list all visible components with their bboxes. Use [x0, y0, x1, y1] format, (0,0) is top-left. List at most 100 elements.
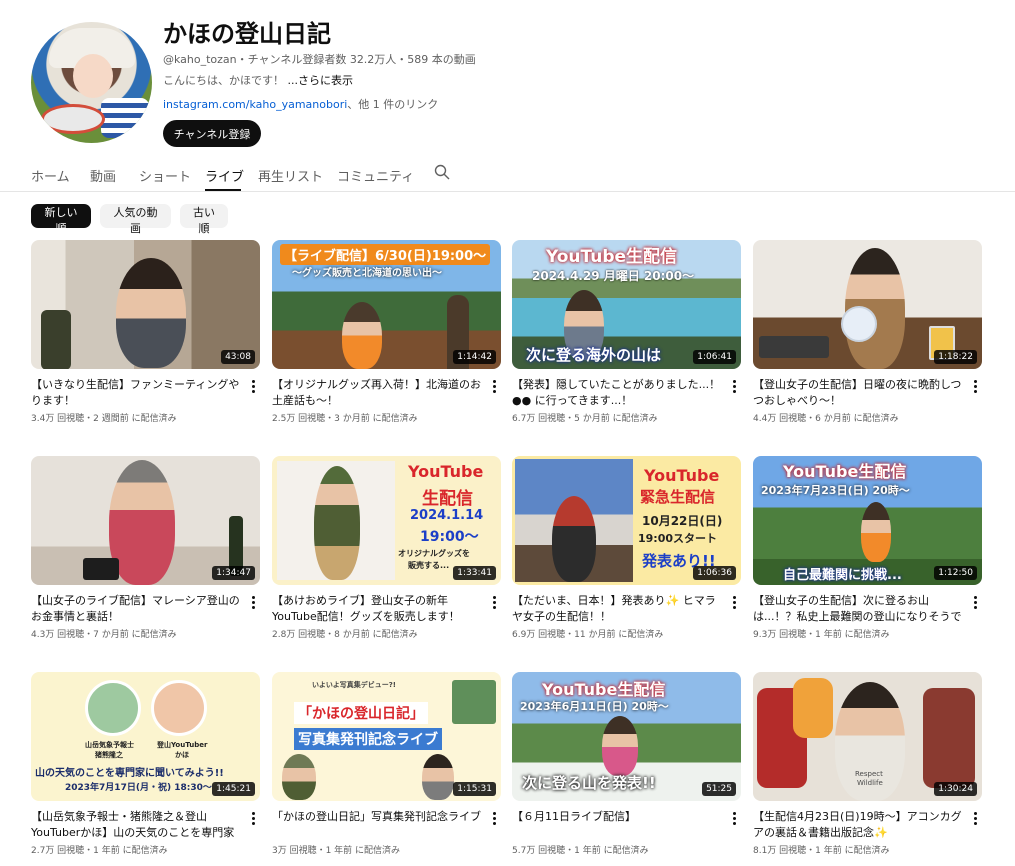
thumb-text-3: 次に登る海外の山は — [526, 346, 662, 364]
more-options-icon[interactable] — [489, 811, 499, 825]
video-thumbnail[interactable]: 【ライブ配信】6/30(日)19:00〜 〜グッズ販売と北海道の思い出〜 1:1… — [272, 240, 501, 369]
subscribe-button[interactable]: チャンネル登録 — [163, 120, 261, 147]
shirt-text-2: Wildlife — [857, 779, 883, 787]
video-meta: 3万 回視聴・1 年前 に配信済み — [272, 846, 401, 856]
more-options-icon[interactable] — [729, 595, 739, 609]
thumb-text-1: YouTube生配信 — [542, 680, 666, 699]
video-meta: 6.9万 回視聴・11 か月前 に配信済み — [512, 630, 664, 640]
more-options-icon[interactable] — [248, 811, 258, 825]
video-thumbnail[interactable]: いよいよ写真集デビュー?! 「かほの登山日記」 写真集発刊記念ライブ 1:15:… — [272, 672, 501, 801]
video-title[interactable]: 【６月11日ライブ配信】 — [512, 809, 724, 825]
chip-newest[interactable]: 新しい順 — [31, 204, 91, 235]
description-text: こんにちは、かほです！ — [163, 74, 284, 87]
search-icon[interactable] — [434, 164, 450, 180]
video-title[interactable]: 【発表】隠していたことがありました...！●● に行ってきます...！ — [512, 377, 724, 409]
tab-videos[interactable]: 動画 — [90, 166, 116, 185]
more-options-icon[interactable] — [729, 379, 739, 393]
avatar-shirt — [101, 98, 149, 138]
video-title[interactable]: 【生配信4月23日(日)19時〜】アコンカグアの裏話＆書籍出版記念✨ — [753, 809, 965, 841]
video-title[interactable]: 【いきなり生配信】ファンミーティングやります！ — [31, 377, 243, 409]
thumb-text-1: YouTube生配信 — [546, 247, 678, 267]
video-thumbnail[interactable]: 43:08 — [31, 240, 260, 369]
video-title[interactable]: 【登山女子の生配信】日曜の夜に晩酌しつつおしゃべり〜！ — [753, 377, 965, 409]
instagram-link[interactable]: instagram.com/kaho_yamanobori — [163, 98, 347, 111]
thumb-text-2: 2024.4.29 月曜日 20:00〜 — [532, 269, 695, 283]
video-meta: 2.8万 回視聴・8 か月前 に配信済み — [272, 630, 418, 640]
video-thumbnail[interactable]: YouTube生配信 2024.4.29 月曜日 20:00〜 次に登る海外の山… — [512, 240, 741, 369]
thumb-text-2: 〜グッズ販売と北海道の思い出〜 — [292, 268, 442, 279]
channel-header: かほの登山日記 @kaho_tozan・チャンネル登録者数 32.2万人・589… — [0, 0, 1015, 150]
channel-links: instagram.com/kaho_yamanobori、他 1 件のリンク — [163, 96, 438, 112]
video-card[interactable]: YouTube 緊急生配信 10月22日(日) 19:00スタート 発表あり!!… — [512, 456, 742, 661]
video-title[interactable]: 【山女子のライブ配信】マレーシア登山のお金事情と裏話！ — [31, 593, 243, 625]
video-card[interactable]: 山岳気象予報士 猪熊隆之 登山YouTuber かほ 山の天気のことを専門家に聞… — [31, 672, 261, 866]
more-options-icon[interactable] — [970, 811, 980, 825]
more-options-icon[interactable] — [970, 595, 980, 609]
video-card[interactable]: YouTube 生配信 2024.1.14 19:00〜 オリジナルグッズを 販… — [272, 456, 502, 661]
tab-shorts[interactable]: ショート — [139, 166, 191, 185]
video-thumbnail[interactable]: YouTube生配信 2023年6月11日(日) 20時〜 次に登る山を発表!!… — [512, 672, 741, 801]
host-figure — [282, 754, 316, 800]
more-options-icon[interactable] — [248, 595, 258, 609]
video-card[interactable]: いよいよ写真集デビュー?! 「かほの登山日記」 写真集発刊記念ライブ 1:15:… — [272, 672, 502, 866]
hiker-figure — [342, 302, 382, 369]
tab-community[interactable]: コミュニティ — [337, 166, 414, 185]
channel-meta: @kaho_tozan・チャンネル登録者数 32.2万人・589 本の動画 — [163, 53, 476, 66]
more-options-icon[interactable] — [248, 379, 258, 393]
more-options-icon[interactable] — [970, 379, 980, 393]
video-meta: 4.4万 回視聴・6 か月前 に配信済み — [753, 414, 899, 424]
video-card[interactable]: 【ライブ配信】6/30(日)19:00〜 〜グッズ販売と北海道の思い出〜 1:1… — [272, 240, 502, 445]
video-title[interactable]: 【山岳気象予報士・猪熊隆之＆登山YouTuberかほ】山の天気のことを専門家に.… — [31, 809, 243, 841]
video-card[interactable]: 1:34:47 【山女子のライブ配信】マレーシア登山のお金事情と裏話！ 4.3万… — [31, 456, 261, 661]
video-thumbnail[interactable]: YouTube 生配信 2024.1.14 19:00〜 オリジナルグッズを 販… — [272, 456, 501, 585]
video-thumbnail[interactable]: YouTube 緊急生配信 10月22日(日) 19:00スタート 発表あり!!… — [512, 456, 741, 585]
channel-description[interactable]: こんにちは、かほです！ ...さらに表示 — [163, 72, 353, 88]
other-links[interactable]: 、他 1 件のリンク — [347, 98, 438, 111]
thumb-text-5: 山の天気のことを専門家に聞いてみよう!! — [35, 768, 224, 779]
video-title[interactable]: 【ただいま、日本！】発表あり✨ ヒマラヤ女子の生配信！！ — [512, 593, 724, 625]
video-card[interactable]: YouTube生配信 2023年6月11日(日) 20時〜 次に登る山を発表!!… — [512, 672, 742, 866]
more-options-icon[interactable] — [489, 595, 499, 609]
thumb-text-4: 19:00スタート — [638, 532, 718, 545]
thumb-text-1: YouTube — [408, 462, 484, 481]
chip-popular[interactable]: 人気の動画 — [100, 204, 171, 235]
chip-oldest[interactable]: 古い順 — [180, 204, 228, 235]
video-title[interactable]: 【オリジナルグッズ再入荷！】北海道のお土産話も〜！ — [272, 377, 484, 409]
camera-shape — [83, 558, 119, 580]
avatar-face — [73, 54, 113, 98]
tab-home[interactable]: ホーム — [31, 166, 70, 185]
hiker-figure — [602, 716, 638, 776]
plate-shape — [841, 306, 877, 342]
video-meta: 3.4万 回視聴・2 週間前 に配信済み — [31, 414, 177, 424]
more-options-icon[interactable] — [729, 811, 739, 825]
video-thumbnail[interactable]: 山岳気象予報士 猪熊隆之 登山YouTuber かほ 山の天気のことを専門家に聞… — [31, 672, 260, 801]
video-meta: 2.5万 回視聴・3 か月前 に配信済み — [272, 414, 418, 424]
thumb-text-6: 2023年7月17日(月・祝) 18:30〜 — [65, 783, 212, 793]
thumb-text-1: YouTube生配信 — [783, 462, 907, 481]
video-card[interactable]: Respect Wildlife 1:30:24 【生配信4月23日(日)19時… — [753, 672, 983, 866]
video-title[interactable]: 「かほの登山日記」写真集発刊記念ライブ — [272, 809, 484, 825]
channel-avatar[interactable] — [31, 22, 152, 143]
host-photo — [151, 680, 207, 736]
more-options-icon[interactable] — [489, 379, 499, 393]
video-title[interactable]: 【登山女子の生配信】次に登るお山は...！？私史上最難関の登山になりそうです..… — [753, 593, 965, 625]
tab-live[interactable]: ライブ — [205, 166, 244, 185]
thumb-text-1: 山岳気象予報士 — [85, 741, 134, 749]
video-thumbnail[interactable]: 1:18:22 — [753, 240, 982, 369]
tab-playlists[interactable]: 再生リスト — [258, 166, 323, 185]
video-duration: 51:25 — [702, 782, 736, 796]
video-card[interactable]: YouTube生配信 2024.4.29 月曜日 20:00〜 次に登る海外の山… — [512, 240, 742, 445]
climber-figure — [552, 496, 596, 582]
video-title[interactable]: 【あけおめライブ】登山女子の新年YouTube配信！グッズを販売します！ — [272, 593, 484, 625]
video-meta: 5.7万 回視聴・1 年前 に配信済み — [512, 846, 649, 856]
show-more-link[interactable]: ...さらに表示 — [288, 74, 354, 87]
video-card[interactable]: 43:08 【いきなり生配信】ファンミーティングやります！ 3.4万 回視聴・2… — [31, 240, 261, 445]
video-duration: 1:34:47 — [212, 566, 255, 580]
video-card[interactable]: YouTube生配信 2023年7月23日(日) 20時〜 自己最難関に挑戦..… — [753, 456, 983, 661]
thumb-text-3: 写真集発刊記念ライブ — [294, 728, 442, 750]
guest-figure — [422, 754, 454, 800]
video-thumbnail[interactable]: 1:34:47 — [31, 456, 260, 585]
video-thumbnail[interactable]: YouTube生配信 2023年7月23日(日) 20時〜 自己最難関に挑戦..… — [753, 456, 982, 585]
video-card[interactable]: 1:18:22 【登山女子の生配信】日曜の夜に晩酌しつつおしゃべり〜！ 4.4万… — [753, 240, 983, 445]
video-thumbnail[interactable]: Respect Wildlife 1:30:24 — [753, 672, 982, 801]
